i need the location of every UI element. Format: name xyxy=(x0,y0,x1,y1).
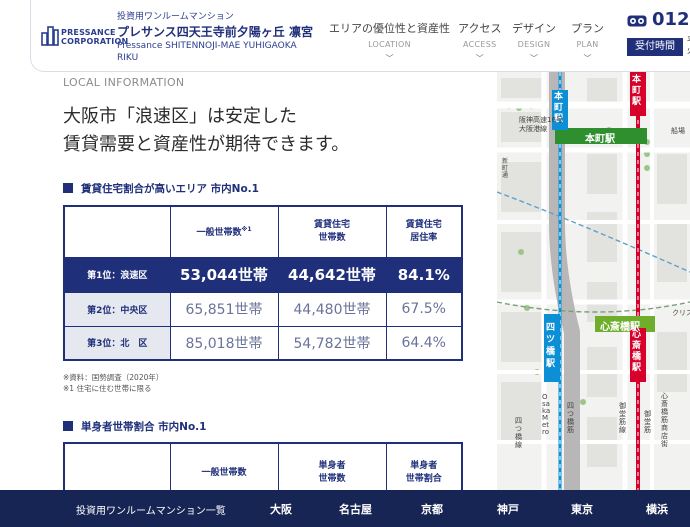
hommachi-label-red: 本町駅 xyxy=(632,75,642,107)
cell-rental-households: 44,480世帯 xyxy=(277,291,387,327)
row-label: 第2位：中央区 xyxy=(63,291,171,327)
rental-ratio-table: 一般世帯数※1 賃貸住宅 世帯数 賃貸住宅 居住率 第1位：浪速区 53,044… xyxy=(63,205,463,361)
nav-location[interactable]: エリアの優位性と資産性 LOCATION ﹀ xyxy=(329,20,450,64)
nav-access[interactable]: アクセス ACCESS ﹀ xyxy=(458,20,501,64)
header-rental-rate: 賃貸住宅 居住率 xyxy=(385,205,463,258)
property-name-en: Pressance SHITENNOJI-MAE YUHIGAOKA RIKU xyxy=(117,41,297,63)
free-dial-icon xyxy=(627,15,647,27)
table1-title: 賃貸住宅割合が高いエリア 市内No.1 xyxy=(63,181,259,196)
nav-design[interactable]: デザイン DESIGN ﹀ xyxy=(512,20,556,64)
header-rental-households: 賃貸住宅 世帯数 xyxy=(277,205,387,258)
chevron-down-icon: ﹀ xyxy=(530,54,538,63)
street-label-shinmachi: 新町通 xyxy=(502,158,509,179)
headline-line-1: 大阪市「浪速区」は安定した xyxy=(63,106,297,127)
footer-lead[interactable]: 投資用ワンルームマンション一覧 xyxy=(76,502,226,517)
table-corner-cell xyxy=(63,205,171,258)
source-notes: ※資料：国勢調査（2020年） ※1 住宅に住む世帯に限る xyxy=(63,372,163,394)
nav-location-label: エリアの優位性と資産性 xyxy=(329,22,450,35)
cell-general-households: 85,018世帯 xyxy=(169,325,279,361)
hommachi-label: 本町駅 xyxy=(585,134,615,145)
section-label: LOCAL INFORMATION xyxy=(63,76,185,89)
shinsaibashi-label-v: 心斎橋駅 xyxy=(632,330,642,373)
chevron-down-icon: ﹀ xyxy=(475,54,484,63)
nav-access-label: アクセス xyxy=(458,22,502,35)
building-logo-icon xyxy=(41,26,59,46)
yotsubashi-label-v: 四ツ橋駅 xyxy=(546,323,556,369)
street-label-midosuji: 御堂筋 xyxy=(644,410,651,434)
header-general-households: 一般世帯数※1 xyxy=(169,205,279,258)
site-header: PRESSANCE CORPORATION 投資用ワンルームマンション プレサン… xyxy=(30,0,690,72)
table-row: 第2位：中央区 65,851世帯 44,480世帯 67.5% xyxy=(63,291,463,327)
footer-nav: 投資用ワンルームマンション一覧 大阪 名古屋 京都 神戸 東京 横浜 xyxy=(0,490,690,527)
square-bullet-icon xyxy=(63,183,73,193)
cell-general-households: 53,044世帯 xyxy=(169,256,279,293)
cell-rental-rate: 84.1% xyxy=(385,256,463,293)
footer-link-tokyo[interactable]: 東京 xyxy=(571,501,593,517)
footer-link-kobe[interactable]: 神戸 xyxy=(497,501,519,517)
nav-plan[interactable]: プラン PLAN ﹀ xyxy=(571,20,604,64)
row-label: 第3位：北 区 xyxy=(63,325,171,361)
footer-link-osaka[interactable]: 大阪 xyxy=(270,501,292,517)
nav-plan-sub: PLAN xyxy=(576,40,599,49)
headline-line-2: 賃貸需要と資産性が期待できます。 xyxy=(63,134,350,155)
cell-rental-households: 44,642世帯 xyxy=(277,256,387,293)
nav-design-sub: DESIGN xyxy=(517,40,551,49)
street-label-shopping: 心斎橋筋商店街 xyxy=(661,392,668,448)
reception-hours-button[interactable]: 受付時間 xyxy=(627,38,683,56)
street-label-yotsubashi-line: 四つ橋線 xyxy=(515,417,522,449)
square-bullet-icon xyxy=(63,421,73,431)
source-note-2: ※1 住宅に住む世帯に限る xyxy=(63,384,152,393)
street-label-semba: 船場 xyxy=(671,127,685,135)
chevron-down-icon: ﹀ xyxy=(385,54,394,63)
phone-number[interactable]: 0120 xyxy=(652,9,690,30)
footer-link-yokohama[interactable]: 横浜 xyxy=(646,501,668,517)
nav-location-sub: LOCATION xyxy=(368,40,411,49)
property-type: 投資用ワンルームマンション xyxy=(117,12,234,22)
table-row: 第3位：北 区 85,018世帯 54,782世帯 64.4% xyxy=(63,325,463,361)
cell-rental-households: 54,782世帯 xyxy=(277,325,387,361)
street-label-crysta: クリスタ xyxy=(672,309,690,317)
street-label-midosuji-line: 御堂筋線 xyxy=(619,402,626,434)
table2-title: 単身者世帯割合 市内No.1 xyxy=(63,419,206,434)
nav-design-label: デザイン xyxy=(512,22,556,35)
cell-rental-rate: 67.5% xyxy=(385,291,463,327)
pressance-logo[interactable]: PRESSANCE CORPORATION xyxy=(41,20,128,54)
nav-access-sub: ACCESS xyxy=(462,40,497,49)
highway-label-2: 大阪港線 xyxy=(519,125,547,133)
street-label-metro: Osaka Metro xyxy=(542,393,551,436)
area-map[interactable]: 本町駅 本町駅 本町駅 心斎橋駅 心斎橋駅 四ツ橋駅 阪神高速16号 大阪港線 … xyxy=(497,72,690,490)
table1-title-text: 賃貸住宅割合が高いエリア 市内No.1 xyxy=(81,183,259,195)
footer-link-nagoya[interactable]: 名古屋 xyxy=(339,501,372,517)
street-label-yotsubashi: 四つ橋筋 xyxy=(567,402,574,434)
page-headline: 大阪市「浪速区」は安定した 賃貸需要と資産性が期待できます。 xyxy=(63,103,349,159)
source-note-1: ※資料：国勢調査（2020年） xyxy=(63,373,164,382)
cell-rental-rate: 64.4% xyxy=(385,325,463,361)
chevron-down-icon: ﹀ xyxy=(583,54,592,63)
cell-general-households: 65,851世帯 xyxy=(169,291,279,327)
property-name[interactable]: プレサンス四天王寺前夕陽ヶ丘 凛宮 xyxy=(117,23,313,40)
table-row: 第1位：浪速区 53,044世帯 44,642世帯 84.1% xyxy=(63,256,463,293)
nav-plan-label: プラン xyxy=(571,22,604,35)
table2-title-text: 単身者世帯割合 市内No.1 xyxy=(81,421,207,433)
row-label: 第1位：浪速区 xyxy=(63,256,171,293)
footer-link-kyoto[interactable]: 京都 xyxy=(421,501,443,517)
